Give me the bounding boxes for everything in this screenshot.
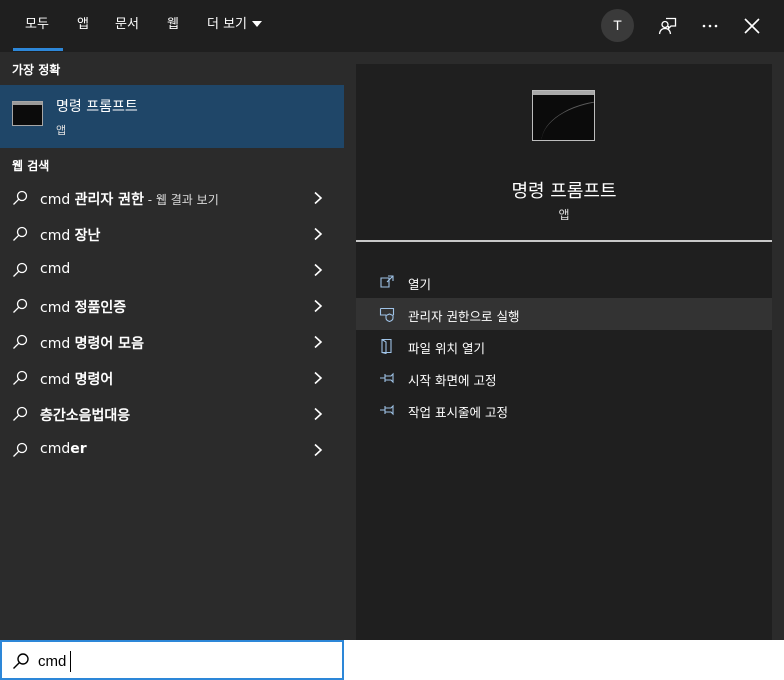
web-suggestion-text: cmd [40,261,70,277]
suggestion-bold: 장난 [74,228,101,244]
search-icon [13,226,28,241]
divider [356,240,772,242]
command-prompt-large-icon [532,90,595,141]
search-icon [13,334,28,349]
best-match-heading: 가장 정확 [12,63,61,77]
chevron-right-icon[interactable] [312,335,324,349]
chevron-right-icon[interactable] [312,407,324,421]
open-label: 열기 [408,277,432,292]
details-panel: 명령 프롬프트 앱 열기 관리자 권한으로 실행 파일 위치 열기 시작 화면에… [344,52,784,640]
open-action[interactable]: 열기 [356,266,772,298]
search-icon [13,262,28,277]
feedback-icon[interactable] [654,12,682,40]
tab-all[interactable]: 모두 [13,0,63,52]
chevron-down-icon [252,20,263,27]
results-panel: 가장 정확 명령 프롬프트 앱 웹 검색 cmd 관리자 권한 - 웹 결과 보… [0,52,344,640]
web-suggestion-text: cmd 정품인증 [40,297,126,317]
file-location-icon [381,338,392,354]
search-box[interactable] [0,640,344,680]
web-suggestion-text: cmd 관리자 권한 - 웹 결과 보기 [40,189,219,209]
command-prompt-icon [12,101,43,126]
chevron-right-icon[interactable] [312,227,324,241]
pin-to-start-label: 시작 화면에 고정 [408,373,497,388]
suggestion-bold: 정품인증 [74,300,127,316]
text-cursor [70,651,71,672]
open-file-location-action[interactable]: 파일 위치 열기 [356,330,772,362]
pin-to-taskbar-action[interactable]: 작업 표시줄에 고정 [356,394,772,426]
top-bar: 모두 앱 문서 웹 더 보기 T [0,0,784,52]
web-suggestion-item[interactable]: cmd 명령어 [0,360,344,396]
suggestion-bold: 층간소음법대응 [40,408,131,424]
web-suggestion-text: cmder [40,441,87,457]
chevron-right-icon[interactable] [312,191,324,205]
app-name: 명령 프롬프트 [511,181,617,202]
search-icon [13,190,28,205]
web-suggestion-item[interactable]: cmder [0,432,344,468]
pin-to-start-action[interactable]: 시작 화면에 고정 [356,362,772,394]
search-input[interactable] [38,648,328,674]
search-icon [13,653,29,669]
app-type: 앱 [558,208,570,222]
suggestion-prefix: cmd [40,372,75,388]
pin-icon [380,372,394,384]
tab-documents-label: 문서 [115,17,139,32]
search-icon [13,406,28,421]
web-suggestion-text: cmd 명령어 모음 [40,333,144,353]
shield-icon [379,307,395,322]
web-suggestion-item[interactable]: cmd 관리자 권한 - 웹 결과 보기 [0,180,344,216]
search-icon [13,442,28,457]
avatar-initial: T [613,17,622,33]
tab-web[interactable]: 웹 [167,0,179,52]
open-icon [380,275,394,288]
best-match-type: 앱 [56,124,67,137]
run-as-admin-label: 관리자 권한으로 실행 [408,309,520,324]
chevron-right-icon[interactable] [312,443,324,457]
tab-all-label: 모두 [25,17,49,32]
best-match-name: 명령 프롬프트 [56,99,138,115]
pin-icon [380,404,394,416]
web-suggestion-text: 층간소음법대응 [40,405,130,425]
chevron-right-icon[interactable] [312,263,324,277]
suggestion-prefix: cmd [40,192,75,208]
chevron-right-icon[interactable] [312,371,324,385]
suggestion-prefix: cmd [40,261,71,277]
suggestion-hint: - 웹 결과 보기 [143,193,219,207]
suggestion-prefix: cmd [40,228,75,244]
web-suggestion-text: cmd 명령어 [40,369,113,389]
avatar[interactable]: T [601,9,634,42]
tab-apps[interactable]: 앱 [77,0,89,52]
suggestion-bold: er [70,441,87,457]
web-suggestion-item[interactable]: cmd 장난 [0,216,344,252]
tab-more[interactable]: 더 보기 [207,0,263,52]
open-file-location-label: 파일 위치 열기 [408,341,485,356]
search-icon [13,298,28,313]
web-suggestion-item[interactable]: cmd [0,252,344,288]
web-search-heading: 웹 검색 [12,159,50,173]
best-match-item[interactable]: 명령 프롬프트 앱 [0,85,344,148]
suggestion-prefix: cmd [40,336,75,352]
web-suggestion-item[interactable]: 층간소음법대응 [0,396,344,432]
web-suggestion-text: cmd 장난 [40,225,100,245]
search-icon [13,370,28,385]
more-options-icon[interactable] [696,12,724,40]
close-icon[interactable] [738,12,766,40]
chevron-right-icon[interactable] [312,299,324,313]
run-as-admin-action[interactable]: 관리자 권한으로 실행 [356,298,772,330]
web-suggestion-item[interactable]: cmd 정품인증 [0,288,344,324]
tab-web-label: 웹 [167,17,179,32]
suggestion-prefix: cmd [40,441,71,457]
suggestion-bold: 관리자 권한 [74,192,144,208]
details-card: 명령 프롬프트 앱 열기 관리자 권한으로 실행 파일 위치 열기 시작 화면에… [356,64,772,640]
web-suggestion-item[interactable]: cmd 명령어 모음 [0,324,344,360]
suggestion-bold: 명령어 [74,372,114,388]
suggestion-bold: 명령어 모음 [74,336,144,352]
suggestion-prefix: cmd [40,300,75,316]
tab-documents[interactable]: 문서 [115,0,139,52]
tab-apps-label: 앱 [77,17,89,32]
pin-to-taskbar-label: 작업 표시줄에 고정 [408,405,508,420]
tab-more-label: 더 보기 [207,17,248,32]
